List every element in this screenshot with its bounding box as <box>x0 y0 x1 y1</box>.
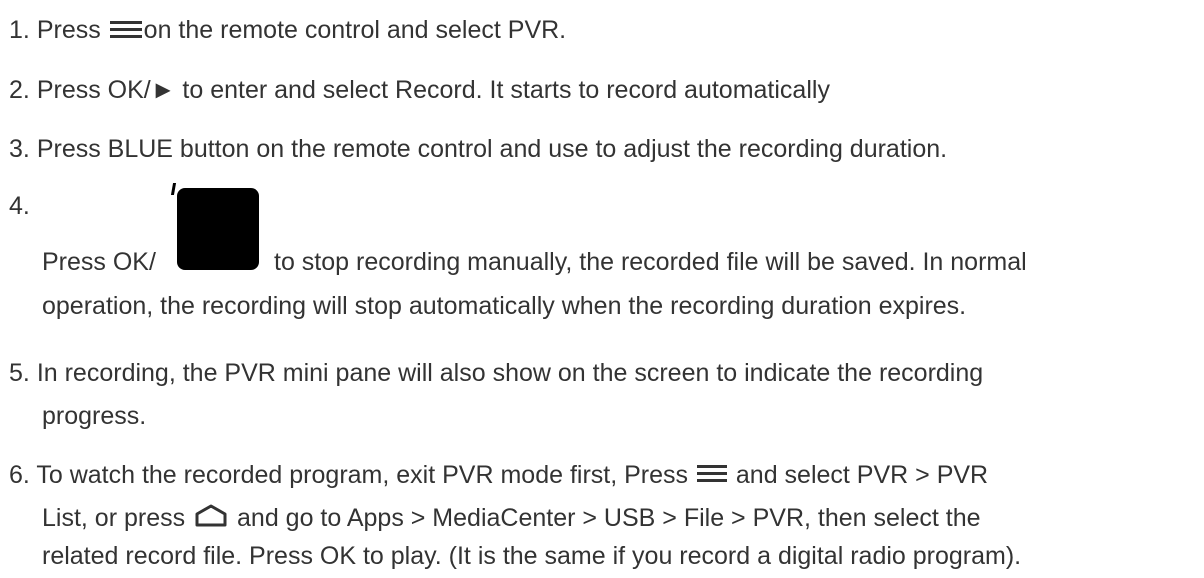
step-2: 2. Press OK/► to enter and select Record… <box>9 74 830 106</box>
menu-icon <box>695 460 729 492</box>
step-number: 6. <box>9 461 30 489</box>
step-text: and go to Apps > MediaCenter > USB > Fil… <box>230 504 981 532</box>
step-text: progress. <box>42 402 147 430</box>
step-text: List, or press <box>42 504 193 532</box>
step-text: Press OK/ <box>42 248 156 276</box>
step-number: 4. <box>9 192 30 220</box>
step-text: In recording, the PVR mini pane will als… <box>36 359 984 387</box>
step-6-line-3: related record file. Press OK to play. (… <box>42 540 1021 572</box>
step-1: 1. Press on the remote control and selec… <box>9 14 566 47</box>
step-number: 1. <box>9 16 30 44</box>
step-5-line-1: 5. In recording, the PVR mini pane will … <box>9 357 983 389</box>
stop-icon-mark <box>170 183 177 195</box>
step-4-line-2: operation, the recording will stop autom… <box>42 290 966 322</box>
step-text: related record file. Press OK to play. (… <box>42 542 1022 570</box>
step-4-line-1-cont: to stop recording manually, the recorded… <box>274 246 1027 278</box>
step-text: and select PVR > PVR <box>728 461 989 489</box>
step-6-line-1: 6. To watch the recorded program, exit P… <box>9 459 988 492</box>
step-5-line-2: progress. <box>42 400 146 432</box>
step-number: 3. <box>9 135 30 163</box>
step-number: 5. <box>9 359 30 387</box>
menu-icon <box>108 15 144 47</box>
step-6-line-2: List, or press and go to Apps > MediaCen… <box>42 502 981 535</box>
step-text: to stop recording manually, the recorded… <box>274 248 1027 276</box>
step-number: 2. <box>9 76 30 104</box>
step-text: To watch the recorded program, exit PVR … <box>36 461 695 489</box>
step-text: Press <box>36 16 108 44</box>
step-text: operation, the recording will stop autom… <box>42 292 967 320</box>
stop-icon <box>177 188 259 270</box>
step-text: Press OK/► to enter and select Record. I… <box>36 76 830 104</box>
step-text: Press BLUE button on the remote control … <box>36 135 948 163</box>
step-4-line-1: Press OK/ <box>42 246 156 278</box>
step-4-number: 4. <box>9 190 30 222</box>
home-icon <box>192 503 230 535</box>
step-3: 3. Press BLUE button on the remote contr… <box>9 133 947 165</box>
step-text: on the remote control and select PVR. <box>143 16 567 44</box>
